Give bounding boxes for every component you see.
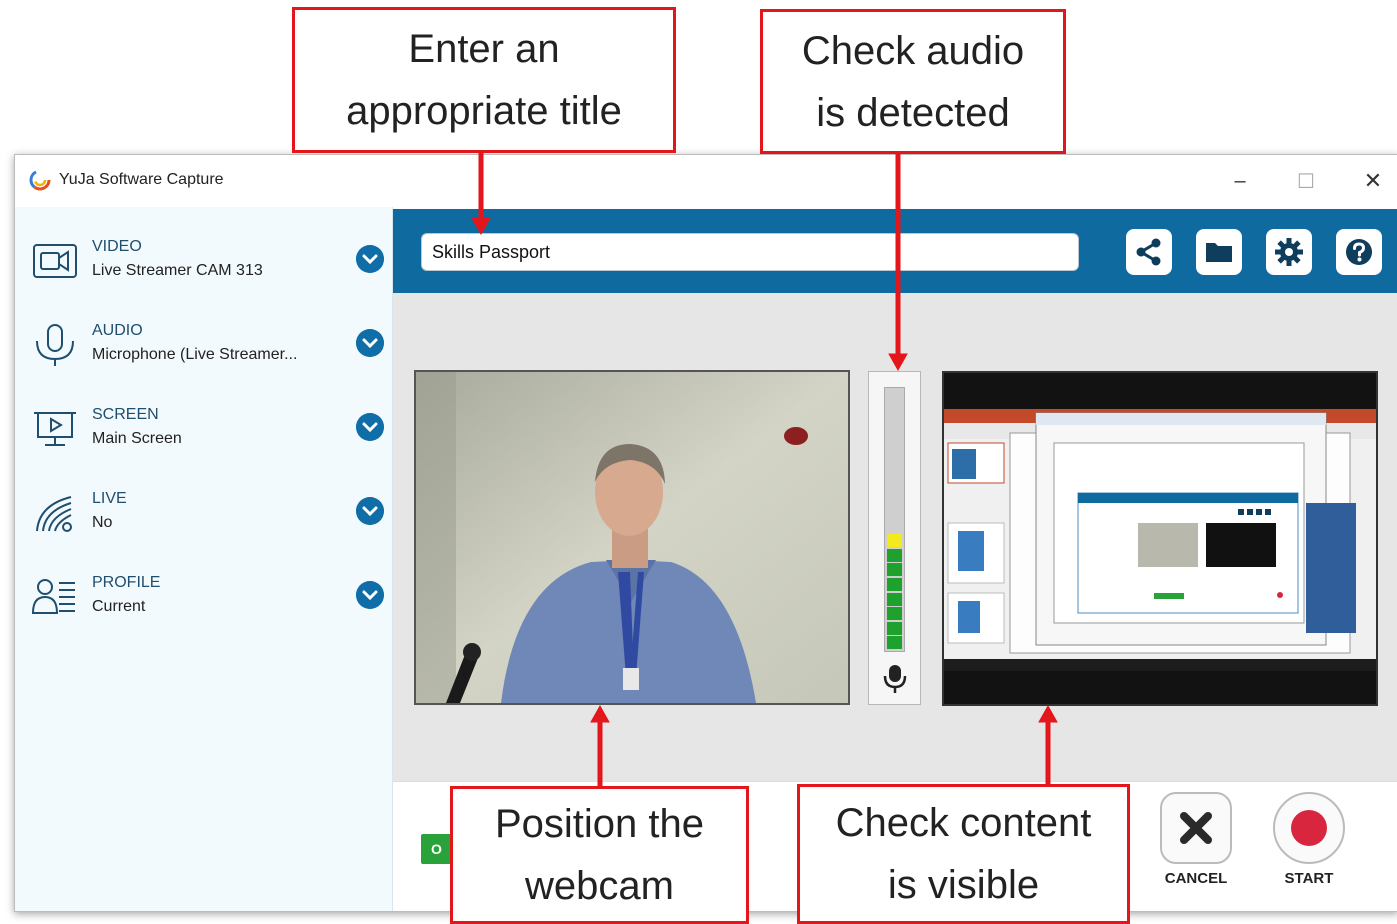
settings-button[interactable] bbox=[1266, 229, 1312, 275]
folder-icon bbox=[1206, 243, 1232, 262]
start-button[interactable] bbox=[1273, 792, 1345, 864]
folder-button[interactable] bbox=[1196, 229, 1242, 275]
source-item-screen[interactable]: SCREEN Main Screen bbox=[15, 399, 392, 469]
chevron-down-icon[interactable] bbox=[356, 581, 384, 609]
close-button[interactable]: ✕ bbox=[1345, 163, 1397, 199]
help-icon bbox=[1346, 239, 1372, 265]
source-title: AUDIO bbox=[92, 322, 143, 339]
audio-level-segment bbox=[887, 607, 902, 621]
audio-level-segment bbox=[887, 548, 902, 562]
chevron-down-icon[interactable] bbox=[356, 245, 384, 273]
source-title: PROFILE bbox=[92, 574, 161, 591]
source-title: SCREEN bbox=[92, 406, 159, 423]
source-value: Current bbox=[92, 598, 146, 615]
audio-level-track bbox=[884, 387, 905, 652]
share-button[interactable] bbox=[1126, 229, 1172, 275]
yuja-logo-icon bbox=[29, 169, 51, 191]
source-title: VIDEO bbox=[92, 238, 142, 255]
source-item-audio[interactable]: AUDIO Microphone (Live Streamer... bbox=[15, 315, 392, 385]
chevron-down-icon[interactable] bbox=[356, 413, 384, 441]
app-title: YuJa Software Capture bbox=[59, 171, 224, 188]
preview-area bbox=[393, 293, 1397, 781]
callout-text: appropriate title bbox=[346, 89, 622, 133]
microphone-icon bbox=[36, 324, 74, 366]
callout-text: webcam bbox=[525, 864, 674, 908]
profile-list-icon bbox=[31, 579, 75, 614]
top-toolbar bbox=[393, 209, 1397, 293]
callout-text: is visible bbox=[887, 863, 1040, 907]
gear-icon bbox=[1275, 238, 1303, 266]
callout-text: is detected bbox=[816, 90, 1010, 135]
source-sidebar: VIDEO Live Streamer CAM 313 AUDIO Microp… bbox=[15, 207, 393, 911]
callout-content: Check content is visible bbox=[797, 784, 1130, 924]
cancel-label[interactable]: CANCEL bbox=[1146, 870, 1246, 887]
callout-text: Enter an bbox=[408, 27, 560, 71]
chevron-down-icon[interactable] bbox=[356, 497, 384, 525]
source-value: No bbox=[92, 514, 113, 531]
source-value: Live Streamer CAM 313 bbox=[92, 262, 263, 279]
share-icon bbox=[1136, 238, 1161, 266]
source-title: LIVE bbox=[92, 490, 127, 507]
callout-webcam: Position the webcam bbox=[450, 786, 749, 924]
help-button[interactable] bbox=[1336, 229, 1382, 275]
audio-level-segment bbox=[887, 636, 902, 650]
source-value: Microphone (Live Streamer... bbox=[92, 346, 298, 363]
webcam-preview bbox=[414, 370, 850, 705]
callout-text: Check audio bbox=[801, 28, 1025, 73]
minimize-button[interactable]: – bbox=[1212, 163, 1268, 199]
webcam-image bbox=[416, 372, 848, 703]
source-item-video[interactable]: VIDEO Live Streamer CAM 313 bbox=[15, 231, 392, 301]
screen-preview bbox=[942, 371, 1378, 706]
callout-audio: Check audio is detected bbox=[760, 9, 1066, 154]
callout-text: Check content bbox=[835, 801, 1092, 845]
chevron-down-icon[interactable] bbox=[356, 329, 384, 357]
broadcast-icon bbox=[36, 496, 72, 532]
audio-level-meter bbox=[868, 371, 921, 705]
session-title-input[interactable] bbox=[421, 233, 1079, 271]
source-item-profile[interactable]: PROFILE Current bbox=[15, 567, 392, 637]
screen-capture-image bbox=[944, 373, 1376, 704]
title-bar: YuJa Software Capture – ☐ ✕ bbox=[15, 155, 1397, 207]
audio-level-segment bbox=[887, 592, 902, 606]
cancel-button[interactable] bbox=[1160, 792, 1232, 864]
record-icon bbox=[1291, 810, 1327, 846]
maximize-button[interactable]: ☐ bbox=[1278, 163, 1334, 199]
start-label[interactable]: START bbox=[1259, 870, 1359, 887]
callout-title: Enter an appropriate title bbox=[292, 7, 676, 153]
screen-presentation-icon bbox=[34, 412, 76, 446]
close-x-icon bbox=[1180, 812, 1212, 844]
audio-level-segment bbox=[887, 563, 902, 577]
source-value: Main Screen bbox=[92, 430, 182, 447]
video-camera-icon bbox=[33, 244, 77, 278]
audio-level-segment bbox=[887, 534, 902, 548]
source-item-live[interactable]: LIVE No bbox=[15, 483, 392, 553]
microphone-icon bbox=[883, 665, 907, 693]
audio-level-segment bbox=[887, 621, 902, 635]
callout-text: Position the bbox=[494, 802, 705, 846]
audio-level-segment bbox=[887, 578, 902, 591]
